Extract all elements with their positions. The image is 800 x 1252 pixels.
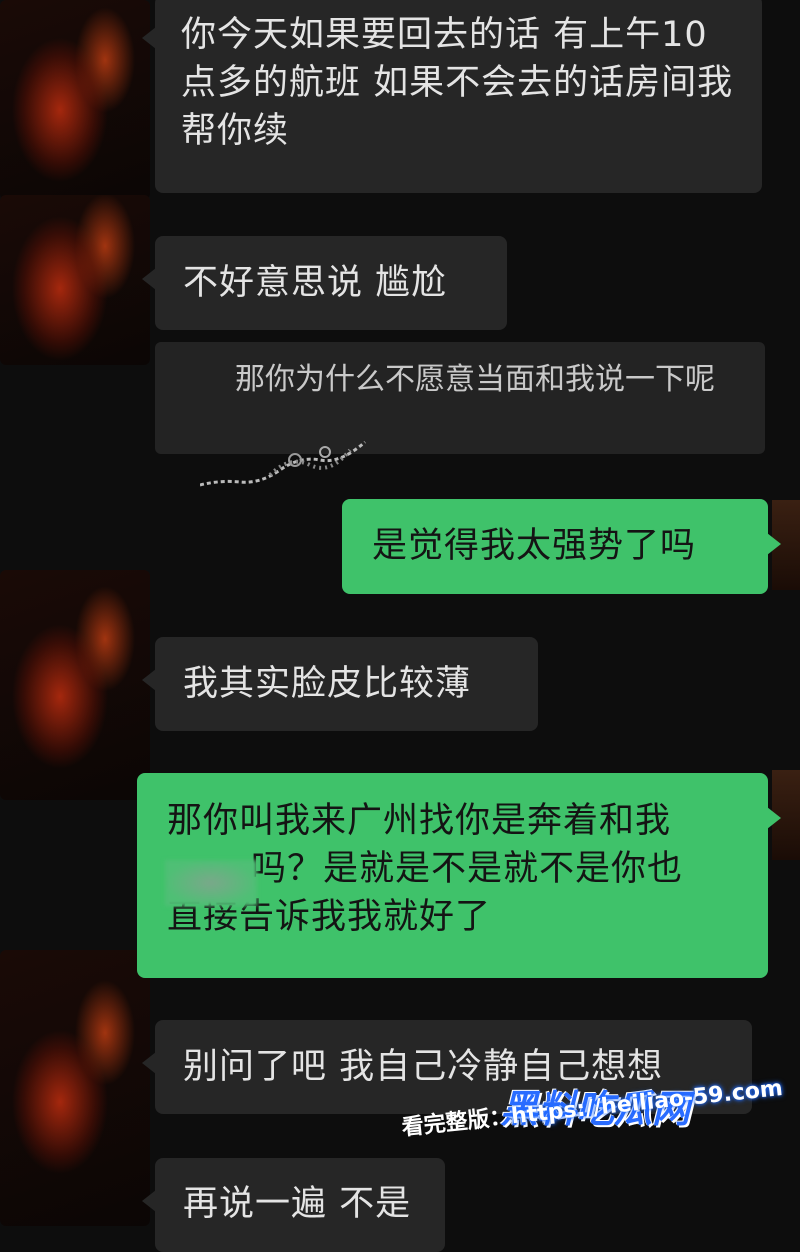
avatar[interactable]	[0, 570, 150, 800]
avatar[interactable]	[0, 195, 150, 365]
message-bubble-incoming[interactable]: 不好意思说 尴尬	[142, 236, 507, 330]
message-line: 那你叫我来广州找你是奔着和我	[167, 801, 672, 841]
watermark-label: 看完整版：	[400, 1104, 513, 1141]
avatar[interactable]	[0, 0, 150, 200]
redaction-blur	[165, 860, 257, 906]
message-bubble-outgoing[interactable]: 是觉得我太强势了吗	[342, 499, 781, 594]
avatar[interactable]	[0, 950, 150, 1226]
message-bubble-incoming[interactable]: 再说一遍 不是	[142, 1158, 445, 1252]
scribble-mark	[200, 440, 366, 487]
message-bubble-incoming[interactable]: 你今天如果要回去的话 有上午10点多的航班 如果不会去的话房间我帮你续	[142, 0, 762, 193]
message-bubble-incoming[interactable]: 我其实脸皮比较薄	[142, 637, 538, 731]
